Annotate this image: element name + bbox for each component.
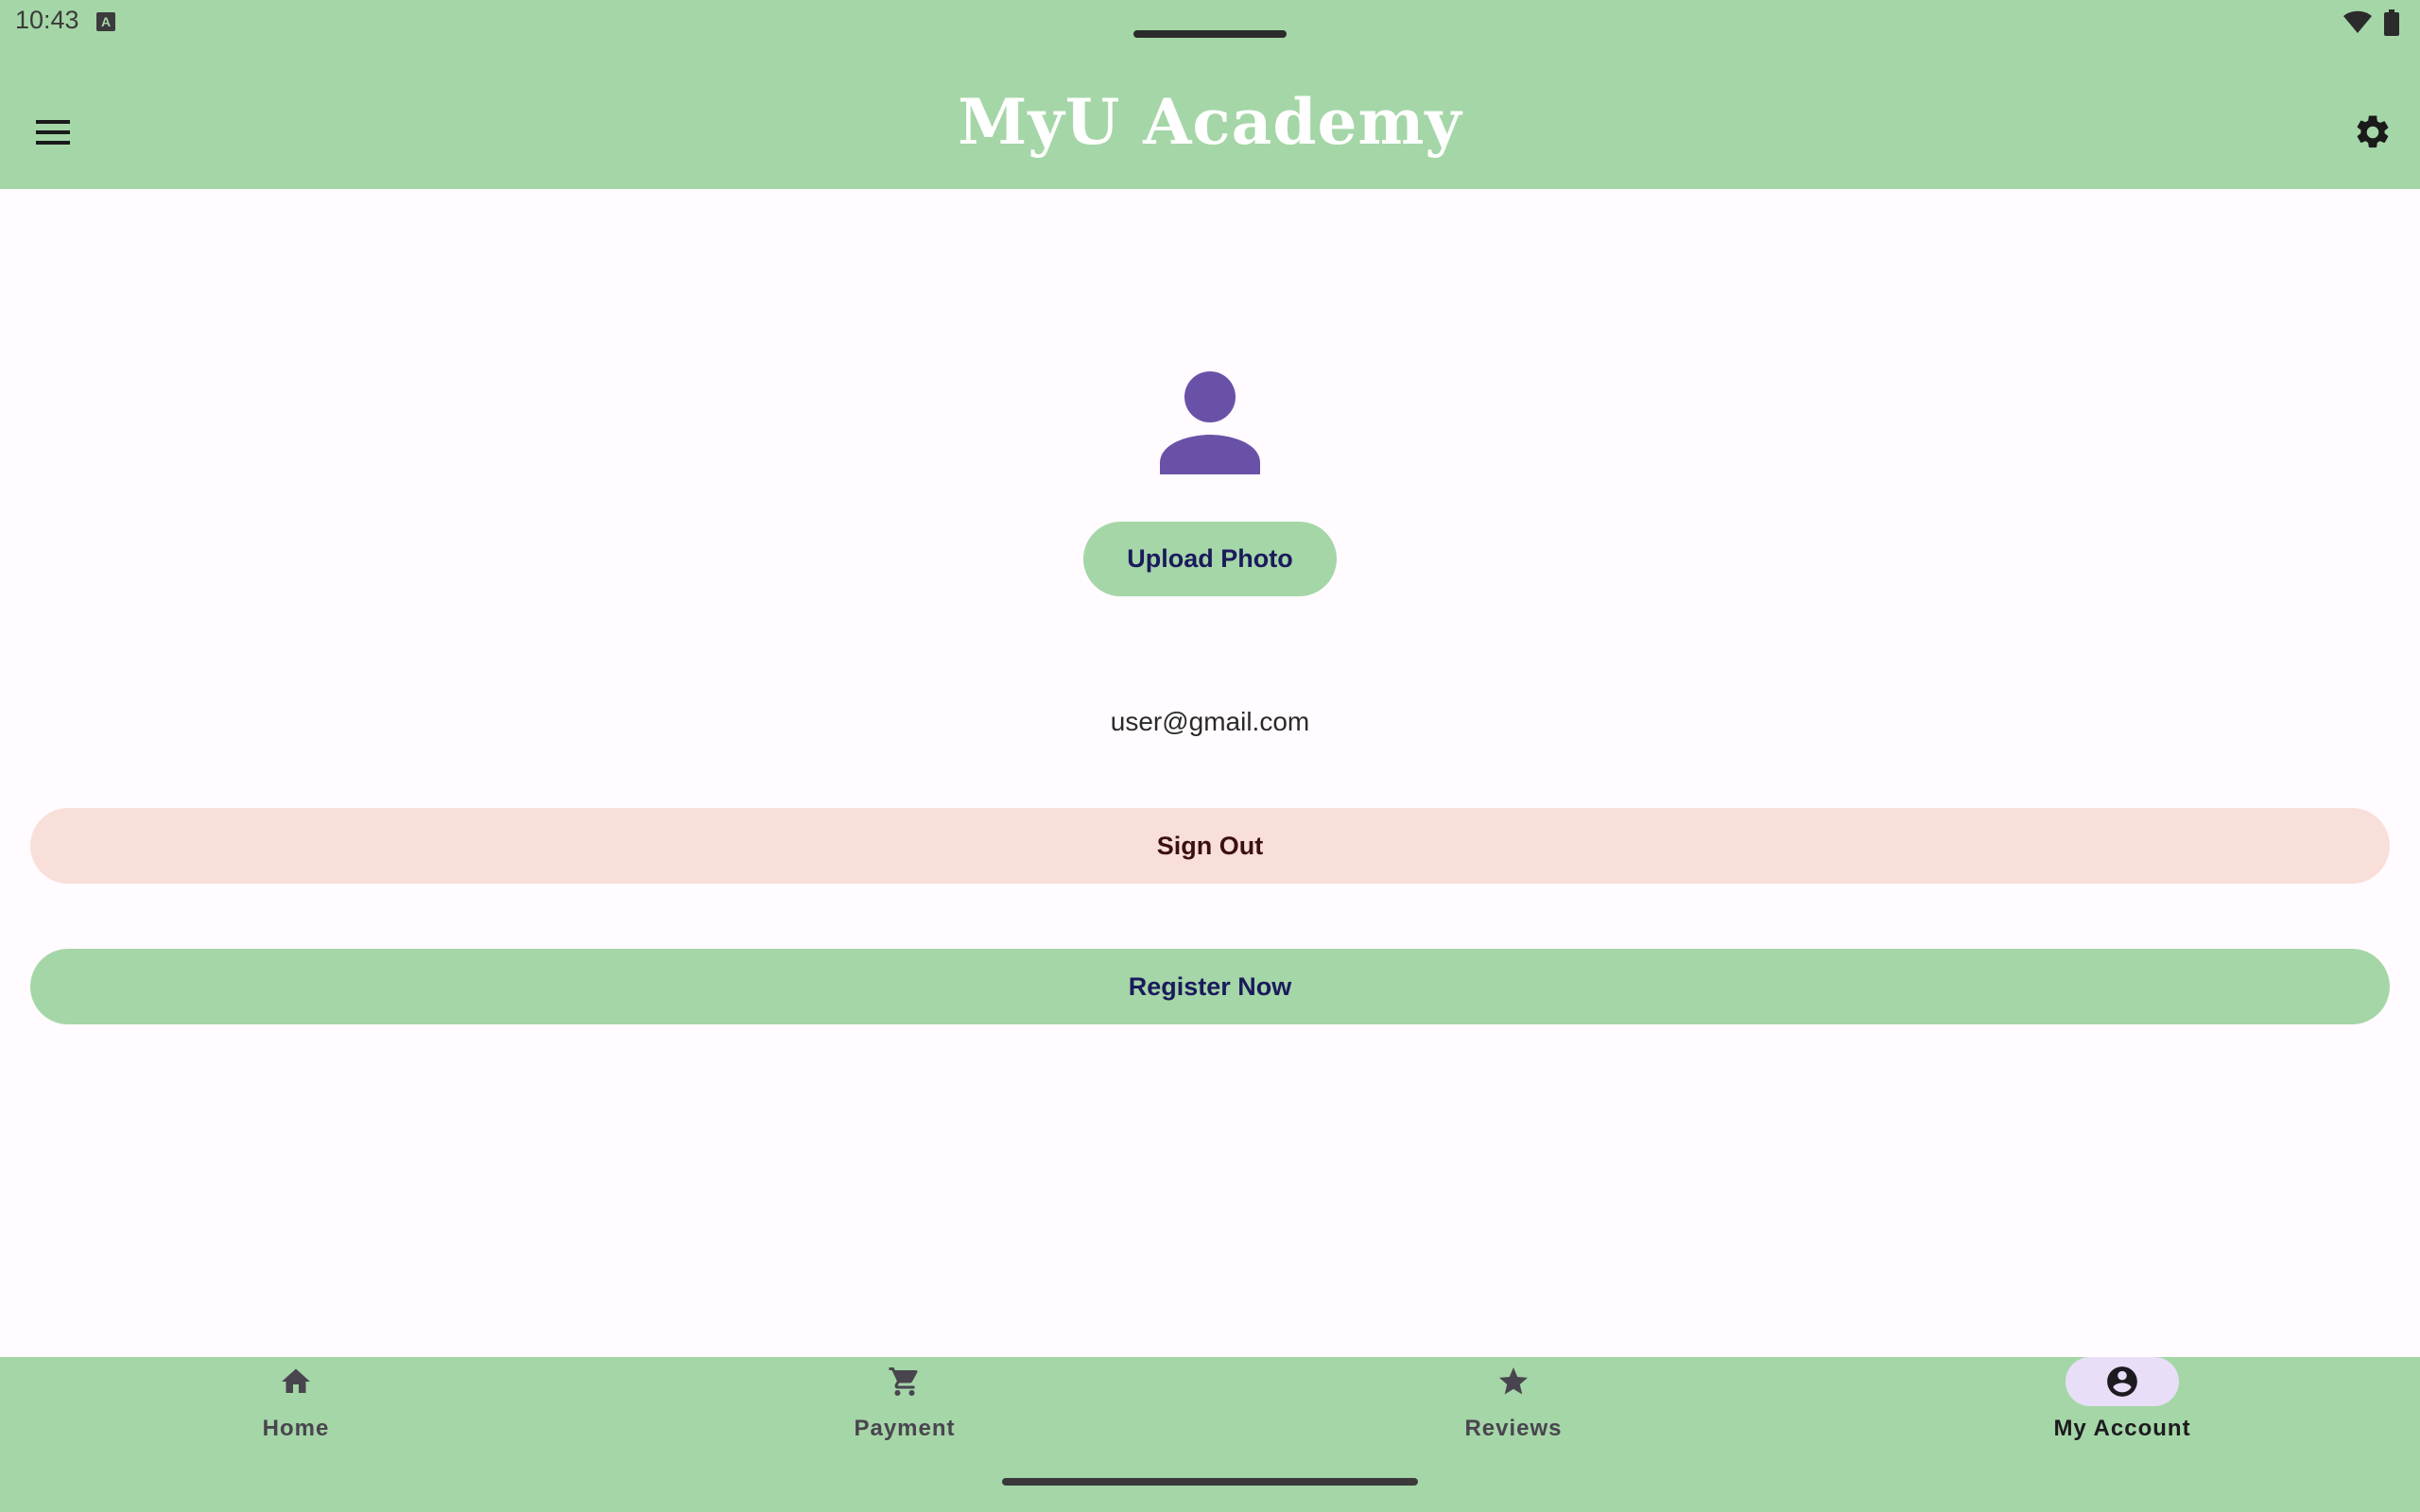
nav-item-home[interactable]: Home <box>145 1357 447 1461</box>
nav-label: My Account <box>2053 1416 2191 1441</box>
cart-icon <box>848 1357 961 1406</box>
nav-item-reviews[interactable]: Reviews <box>1362 1357 1665 1461</box>
battery-icon <box>2384 9 2399 41</box>
camera-cutout <box>1133 30 1287 38</box>
nav-label: Reviews <box>1464 1416 1563 1441</box>
app-title: MyU Academy <box>958 85 1462 159</box>
settings-button[interactable] <box>2341 102 2405 166</box>
nav-item-my-account[interactable]: My Account <box>1971 1357 2273 1461</box>
wifi-icon <box>2342 10 2373 40</box>
nav-label: Payment <box>854 1416 956 1441</box>
account-circle-icon <box>2066 1357 2179 1406</box>
status-bar: 10:43 A <box>0 0 2420 45</box>
nav-item-payment[interactable]: Payment <box>753 1357 1056 1461</box>
bottom-navigation: Home Payment Reviews My Account <box>0 1357 2420 1512</box>
gear-icon <box>2353 112 2393 157</box>
home-icon <box>239 1357 353 1406</box>
nav-label: Home <box>262 1416 330 1441</box>
top-app-bar: MyU Academy <box>0 45 2420 189</box>
status-time: 10:43 <box>15 6 79 34</box>
star-icon <box>1457 1357 1570 1406</box>
sign-out-button[interactable]: Sign Out <box>30 808 2390 884</box>
user-email: user@gmail.com <box>1110 707 1310 736</box>
status-icons <box>2342 9 2399 41</box>
person-icon <box>1153 369 1267 482</box>
gesture-handle <box>1002 1478 1418 1486</box>
register-now-button[interactable]: Register Now <box>30 949 2390 1024</box>
upload-photo-button[interactable]: Upload Photo <box>1083 522 1337 596</box>
notification-icon: A <box>96 12 115 31</box>
